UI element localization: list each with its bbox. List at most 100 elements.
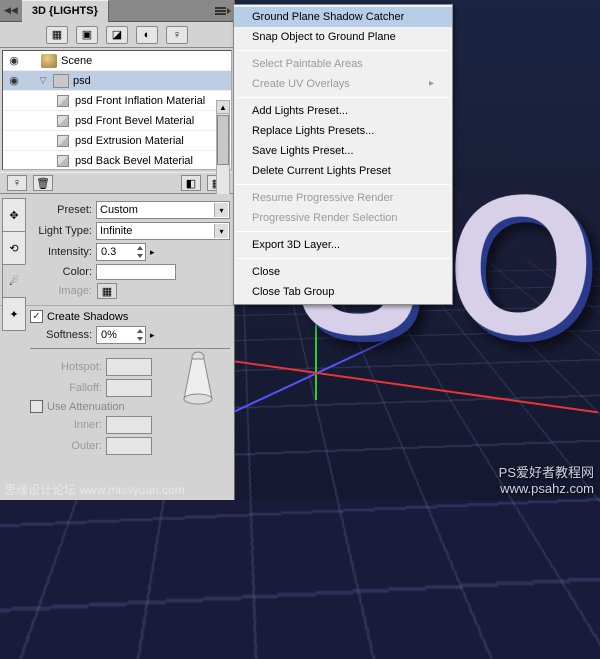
menu-separator <box>236 184 450 185</box>
scroll-thumb[interactable] <box>217 115 229 165</box>
tree-row-material[interactable]: psd Extrusion Material <box>3 131 231 151</box>
preset-label: Preset: <box>30 204 92 216</box>
attenuation-checkbox <box>30 400 43 413</box>
color-swatch[interactable] <box>96 264 176 280</box>
scroll-up-icon[interactable]: ▲ <box>217 101 229 114</box>
material-icon <box>55 134 71 148</box>
create-shadows-checkbox[interactable]: ✓ <box>30 310 43 323</box>
3d-text-o: O <box>444 146 597 388</box>
menu-separator <box>236 231 450 232</box>
tree-label: psd <box>73 75 231 87</box>
tree-label: psd Extrusion Material <box>75 135 231 147</box>
inner-input <box>106 416 152 434</box>
falloff-label: Falloff: <box>30 382 102 394</box>
menu-separator <box>236 97 450 98</box>
menu-item[interactable]: Close <box>234 262 452 282</box>
image-picker-button: ▦ <box>97 283 117 299</box>
menu-item[interactable]: Close Tab Group <box>234 282 452 302</box>
intensity-input[interactable]: 0.3 <box>96 243 146 261</box>
delete-button[interactable]: 🗑 <box>33 175 53 191</box>
tree-row-scene[interactable]: ◉ Scene <box>3 51 231 71</box>
chevron-down-icon: ▾ <box>214 224 228 238</box>
tree-row-material[interactable]: psd Front Inflation Material <box>3 91 231 111</box>
watermark-left: 思缘设计论坛 www.missyuan.com <box>4 481 185 498</box>
side-tab-light[interactable]: ☄ <box>2 264 26 298</box>
filter-mesh-icon[interactable]: ▣ <box>76 26 98 44</box>
menu-item[interactable]: Snap Object to Ground Plane <box>234 27 452 47</box>
scene-tree[interactable]: ◉ Scene ◉ ▽ psd psd Front Inflation Mate… <box>2 50 232 170</box>
twirl-down-icon[interactable]: ▽ <box>37 75 49 86</box>
filter-bar: ▦ ▣ ◪ ◐ ♀ <box>0 22 234 48</box>
scene-icon <box>41 54 57 68</box>
menu-item[interactable]: Ground Plane Shadow Catcher <box>234 7 452 27</box>
spinner-icon[interactable] <box>135 244 145 260</box>
softness-input[interactable]: 0% <box>96 326 146 344</box>
hotspot-input <box>106 358 152 376</box>
spotlight-diagram-icon <box>180 351 216 407</box>
menu-item: Create UV Overlays <box>234 74 452 94</box>
preset-select[interactable]: Custom ▾ <box>96 201 230 219</box>
tree-row-group[interactable]: ◉ ▽ psd <box>3 71 231 91</box>
tree-row-material[interactable]: psd Front Bevel Material <box>3 111 231 131</box>
filter-scene-icon[interactable]: ▦ <box>46 26 68 44</box>
panel-tab-label: 3D {LIGHTS} <box>32 5 98 17</box>
falloff-input <box>106 379 152 397</box>
menu-item[interactable]: Delete Current Lights Preset <box>234 161 452 181</box>
tree-row-material[interactable]: psd Back Bevel Material <box>3 151 231 170</box>
light-properties: ✥ ⟲ ☄ ✦ Preset: Custom ▾ Light Type: Inf… <box>0 194 234 462</box>
attenuation-label: Use Attenuation <box>47 401 125 413</box>
image-label: Image: <box>30 285 92 297</box>
softness-value: 0% <box>101 329 117 341</box>
color-label: Color: <box>30 266 92 278</box>
side-tab-rotate[interactable]: ⟲ <box>2 231 26 265</box>
menu-item[interactable]: Save Lights Preset... <box>234 141 452 161</box>
tree-label: psd Front Bevel Material <box>75 115 231 127</box>
panel-tab-3d[interactable]: 3D {LIGHTS} <box>22 0 109 22</box>
filter-material-icon[interactable]: ◪ <box>106 26 128 44</box>
menu-item[interactable]: Add Lights Preset... <box>234 101 452 121</box>
spinner-icon[interactable] <box>135 327 145 343</box>
panel-tab-bar: ◀◀ 3D {LIGHTS} <box>0 0 234 22</box>
chevron-down-icon: ▾ <box>214 203 228 217</box>
hotspot-label: Hotspot: <box>30 361 102 373</box>
3d-panel: ◀◀ 3D {LIGHTS} ▦ ▣ ◪ ◐ ♀ ◉ Scene ◉ ▽ psd <box>0 0 235 500</box>
new-light-button[interactable]: ♀ <box>7 175 27 191</box>
material-icon <box>55 114 71 128</box>
menu-item[interactable]: Replace Lights Presets... <box>234 121 452 141</box>
tree-label: psd Back Bevel Material <box>75 155 231 167</box>
slider-arrow-icon[interactable]: ▸ <box>150 247 155 258</box>
filter-light-icon[interactable]: ◐ <box>136 26 158 44</box>
tree-label: psd Front Inflation Material <box>75 95 231 107</box>
create-shadows-label: Create Shadows <box>47 311 128 323</box>
inner-label: Inner: <box>30 419 102 431</box>
menu-item: Progressive Render Selection <box>234 208 452 228</box>
panel-flyout-button[interactable] <box>212 2 234 20</box>
panel-flyout-menu: Ground Plane Shadow CatcherSnap Object t… <box>233 4 453 305</box>
visibility-eye-icon[interactable]: ◉ <box>5 74 23 87</box>
panel-toolbar: ♀ 🗑 ◧ ▦ <box>0 172 234 194</box>
softness-label: Softness: <box>30 329 92 341</box>
menu-separator <box>236 258 450 259</box>
side-tab-point[interactable]: ✦ <box>2 297 26 331</box>
toggle-button[interactable]: ◧ <box>181 175 201 191</box>
visibility-eye-icon[interactable]: ◉ <box>5 54 23 67</box>
watermark-right: PS爱好者教程网 www.psahz.com <box>499 462 594 496</box>
intensity-label: Intensity: <box>30 246 92 258</box>
material-icon <box>55 154 71 168</box>
menu-separator <box>236 50 450 51</box>
side-tab-move[interactable]: ✥ <box>2 198 26 232</box>
slider-arrow-icon[interactable]: ▸ <box>150 330 155 341</box>
menu-item: Select Paintable Areas <box>234 54 452 74</box>
light-type-select[interactable]: Infinite ▾ <box>96 222 230 240</box>
mesh-icon <box>53 74 69 88</box>
menu-item[interactable]: Export 3D Layer... <box>234 235 452 255</box>
collapse-icon[interactable]: ◀◀ <box>0 5 22 16</box>
filter-bulb-icon[interactable]: ♀ <box>166 26 188 44</box>
light-type-label: Light Type: <box>30 225 92 237</box>
light-type-value: Infinite <box>100 225 132 237</box>
menu-item: Resume Progressive Render <box>234 188 452 208</box>
material-icon <box>55 94 71 108</box>
intensity-value: 0.3 <box>101 246 116 258</box>
outer-input <box>106 437 152 455</box>
preset-value: Custom <box>100 204 138 216</box>
